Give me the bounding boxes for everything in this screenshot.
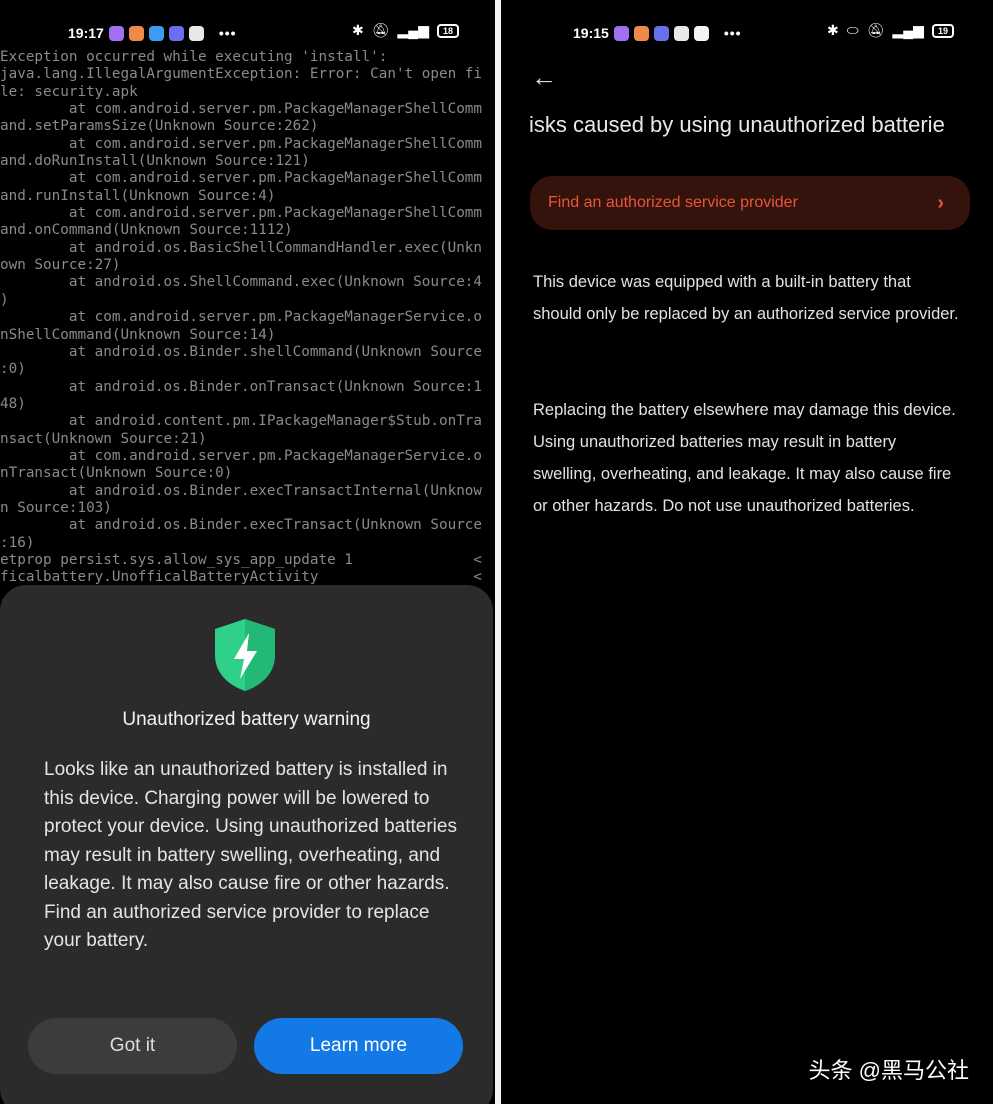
- terminal-line: at android.os.Binder.execTransact(Unknow…: [0, 517, 483, 534]
- watermark: 头条 @黑马公社: [808, 1058, 969, 1083]
- terminal-line: nTransact(Unknown Source:0): [0, 465, 233, 482]
- terminal-line: Exception occurred while executing 'inst…: [0, 49, 388, 65]
- terminal-line: java.lang.IllegalArgumentException: Erro…: [0, 66, 483, 83]
- info-paragraph: Replacing the battery elsewhere may dama…: [533, 401, 956, 515]
- page-title: isks caused by using unauthorized batter…: [529, 112, 945, 137]
- discord-icon: [653, 25, 669, 41]
- terminal-line: nShellCommand(Unknown Source:14): [0, 326, 276, 343]
- signal-icon: ▂▄▆: [892, 22, 924, 38]
- terminal-line: at com.android.server.pm.PackageManagerS…: [0, 135, 483, 152]
- status-time: 19:15: [573, 25, 609, 41]
- terminal-line: nsact(Unknown Source:21): [0, 430, 207, 447]
- find-service-provider-label: Find an authorized service provider: [548, 194, 798, 211]
- terminal-line: and.runInstall(Unknown Source:4): [0, 187, 276, 204]
- google-icon: [693, 25, 709, 41]
- terminal-line: at android.os.BasicShellCommandHandler.e…: [0, 239, 483, 256]
- terminal-line: at com.android.server.pm.PackageManagerS…: [0, 101, 483, 118]
- status-bar: 19:15 •••: [573, 22, 742, 44]
- bluetooth-icon: ✱: [352, 22, 364, 38]
- drive-icon: [673, 25, 689, 41]
- mute-icon: 🔕︎: [371, 22, 390, 38]
- battery-warning-dialog: Unauthorized battery warning Looks like …: [0, 585, 493, 1104]
- terminal-line: at android.content.pm.IPackageManager$St…: [0, 413, 483, 430]
- shield-bolt-icon: [215, 619, 275, 691]
- chevron-right-icon: ›: [937, 191, 944, 214]
- terminal-line: at android.os.ShellCommand.exec(Unknown …: [0, 274, 483, 291]
- terminal-line: and.doRunInstall(Unknown Source:121): [0, 153, 310, 170]
- right-screen: 19:15 ••• ✱ ⬭ 🔕︎ ▂▄▆ 19 ← isks caused by…: [501, 0, 993, 1104]
- learn-more-button[interactable]: Learn more: [254, 1018, 463, 1074]
- terminal-line: at com.android.server.pm.PackageManagerS…: [0, 170, 483, 187]
- info-paragraph: This device was equipped with a built-in…: [533, 273, 959, 323]
- app-icon: [128, 25, 144, 41]
- terminal-output: Exception occurred while executing 'inst…: [0, 49, 482, 587]
- dialog-body: Looks like an unauthorized battery is in…: [44, 759, 457, 951]
- left-screen: 19:17 ••• ✱ 🔕︎ ▂▄▆ 18 Exception occurred…: [0, 0, 495, 1104]
- terminal-line: at com.android.server.pm.PackageManagerS…: [0, 205, 483, 222]
- terminal-line: :16): [0, 534, 35, 551]
- terminal-line: 48): [0, 395, 26, 412]
- headset-icon: ⬭: [846, 22, 859, 38]
- system-icons: ✱ ⬭ 🔕︎ ▂▄▆ 19: [827, 22, 954, 39]
- terminal-line: and.onCommand(Unknown Source:1112): [0, 222, 293, 239]
- app-icon: [633, 25, 649, 41]
- drive-icon: [188, 25, 204, 41]
- system-icons: ✱ 🔕︎ ▂▄▆ 18: [352, 22, 459, 39]
- got-it-button[interactable]: Got it: [28, 1018, 237, 1074]
- back-arrow-icon[interactable]: ←: [531, 62, 557, 93]
- terminal-line: at android.os.Binder.onTransact(Unknown …: [0, 378, 483, 395]
- terminal-line: at com.android.server.pm.PackageManagerS…: [0, 309, 483, 326]
- battery-icon: 19: [931, 23, 954, 38]
- terminal-line: own Source:27): [0, 257, 121, 274]
- more-notifications-icon: •••: [723, 25, 742, 41]
- terminal-line: n Source:103): [0, 499, 112, 516]
- terminal-line: at android.os.Binder.execTransactInterna…: [0, 482, 483, 499]
- terminal-line: le: security.apk: [0, 83, 138, 100]
- messenger-icon: [108, 25, 124, 41]
- signal-icon: ▂▄▆: [397, 22, 429, 38]
- mute-icon: 🔕︎: [866, 22, 885, 38]
- more-notifications-icon: •••: [218, 25, 237, 41]
- bluetooth-icon: ✱: [827, 22, 839, 38]
- dialog-title: Unauthorized battery warning: [122, 709, 371, 730]
- terminal-line: and.setParamsSize(Unknown Source:262): [0, 118, 319, 135]
- battery-icon: 18: [436, 23, 459, 38]
- discord-icon: [168, 25, 184, 41]
- terminal-line: :0): [0, 361, 26, 378]
- terminal-line: at com.android.server.pm.PackageManagerS…: [0, 447, 483, 464]
- terminal-line: ): [0, 291, 9, 308]
- terminal-line: at android.os.Binder.shellCommand(Unknow…: [0, 343, 483, 360]
- messenger-icon: [613, 25, 629, 41]
- status-time: 19:17: [68, 25, 104, 41]
- status-bar: 19:17 •••: [68, 22, 237, 44]
- find-service-provider-button[interactable]: Find an authorized service provider ›: [530, 176, 970, 230]
- twitter-icon: [148, 25, 164, 41]
- terminal-line: etprop persist.sys.allow_sys_app_update …: [0, 551, 483, 568]
